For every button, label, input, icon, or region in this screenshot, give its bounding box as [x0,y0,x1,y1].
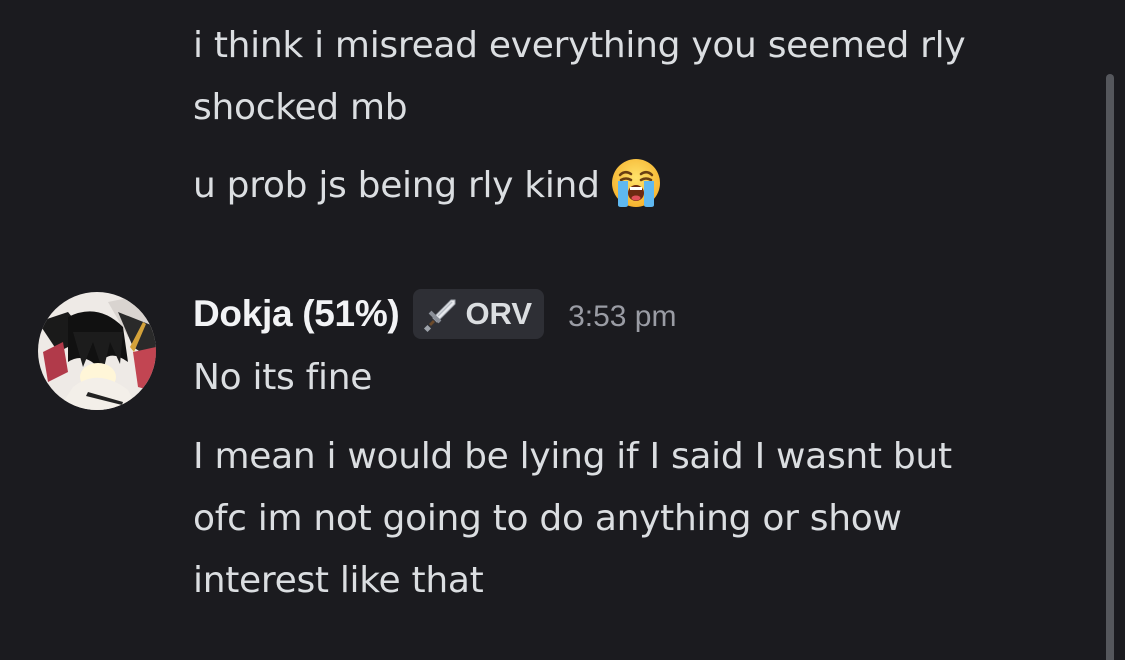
message-text: u prob js being rly kind [193,165,600,206]
message-header: Dokja (51%) ORV 3:53 pm [193,286,676,342]
message-line: u prob js being rly kind [193,155,662,217]
avatar[interactable] [38,292,156,410]
message-line: shocked mb [193,87,408,128]
timestamp[interactable]: 3:53 pm [568,294,676,334]
tag-label: ORV [465,296,533,331]
message-line: I mean i would be lying if I said I wasn… [193,436,952,477]
username[interactable]: Dokja (51%) [193,293,400,335]
message-line: No its fine [193,357,373,398]
message-line: ofc im not going to do anything or show [193,498,902,539]
message-line: interest like that [193,560,484,601]
scrollbar-thumb[interactable] [1106,74,1114,660]
server-tag[interactable]: ORV [413,289,545,339]
sword-icon [424,299,456,333]
message-line: i think i misread everything you seemed … [193,25,966,66]
loudly-crying-face-icon [610,157,662,209]
